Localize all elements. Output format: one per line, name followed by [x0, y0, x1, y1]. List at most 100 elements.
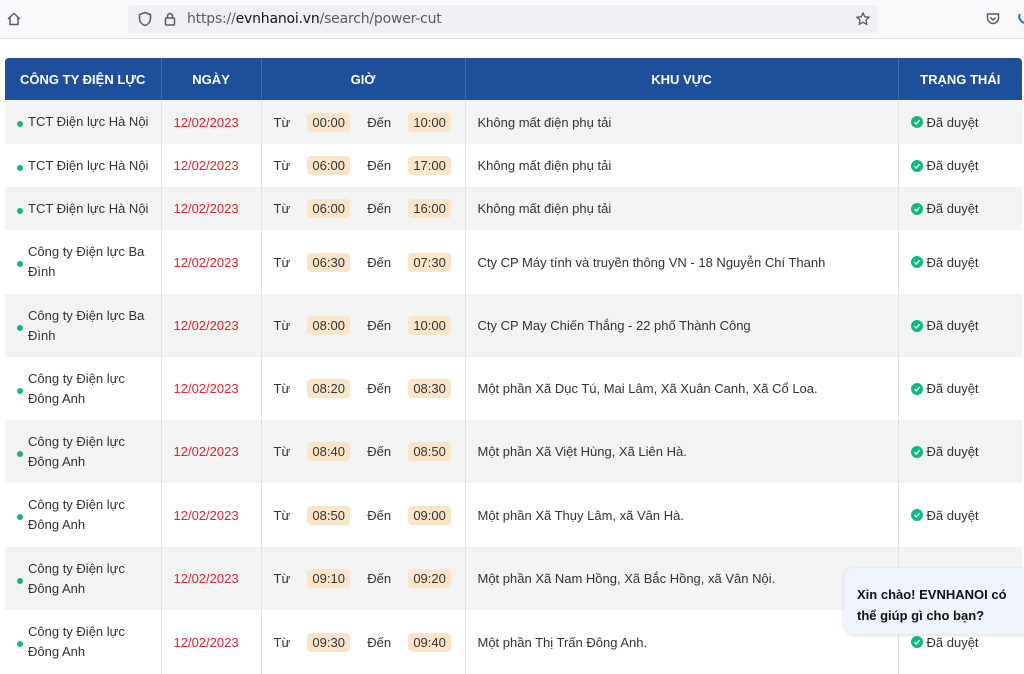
to-time: 08:30 — [408, 379, 451, 398]
status-cell: Đã duyệt — [897, 357, 1022, 420]
to-label: Đến — [367, 381, 392, 396]
status-dot-icon — [17, 324, 23, 331]
status-cell: Đã duyệt — [897, 187, 1022, 230]
to-time: 08:50 — [408, 442, 451, 461]
status-text: Đã duyệt — [926, 444, 979, 459]
from-label: Từ — [273, 254, 291, 270]
from-time: 06:00 — [307, 199, 350, 218]
check-circle-icon — [910, 256, 923, 268]
status-badge: Đã duyệt — [910, 318, 1011, 333]
from-label: Từ — [273, 444, 291, 459]
status-text: Đã duyệt — [926, 507, 979, 523]
check-circle-icon — [910, 509, 923, 521]
status-badge: Đã duyệt — [910, 507, 1011, 523]
time-cell: Từ 06:30 Đến 07:30 — [260, 230, 465, 294]
date-value: 12/02/2023 — [173, 114, 239, 130]
date-value: 12/02/2023 — [173, 634, 239, 650]
area-cell: Không mất điện phụ tải — [464, 187, 898, 230]
date-value: 12/02/2023 — [173, 571, 239, 586]
from-label: Từ — [273, 507, 291, 523]
company: Công ty Điện lực Đông Anh — [17, 559, 153, 599]
status-badge: Đã duyệt — [910, 635, 1011, 650]
date-cell: 12/02/2023 — [160, 230, 261, 294]
table-row: Công ty Điện lực Đông Anh 12/02/2023 Từ … — [5, 420, 1022, 483]
shield-icon[interactable] — [135, 9, 155, 29]
header-company[interactable]: CÔNG TY ĐIỆN LỰC — [5, 58, 161, 100]
table-row: Công ty Điện lực Đông Anh 12/02/2023 Từ … — [5, 483, 1022, 547]
status-text: Đã duyệt — [926, 318, 979, 333]
time-cell: Từ 08:20 Đến 08:30 — [260, 357, 465, 420]
extension-icon[interactable] — [1014, 9, 1024, 29]
status-text: Đã duyệt — [926, 114, 979, 130]
to-time: 16:00 — [408, 199, 451, 218]
to-time: 10:00 — [408, 316, 451, 335]
company-cell: TCT Điện lực Hà Nội — [5, 144, 161, 187]
area-cell: Cty CP May Chiến Thắng - 22 phố Thành Cô… — [464, 294, 898, 357]
to-label: Đến — [367, 634, 392, 650]
status-badge: Đã duyệt — [910, 381, 1011, 396]
header-status[interactable]: TRẠNG THÁI — [897, 58, 1022, 100]
chat-widget[interactable]: Xin chào! EVNHANOI có thể giúp gì cho bạ… — [844, 568, 1024, 634]
time-cell: Từ 06:00 Đến 16:00 — [260, 187, 465, 230]
status-dot-icon — [17, 164, 23, 171]
status-badge: Đã duyệt — [910, 255, 1011, 270]
header-date[interactable]: NGÀY — [160, 58, 261, 100]
area-text: Một phần Xã Nam Hồng, Xã Bắc Hồng, xã Vâ… — [477, 571, 776, 586]
company-cell: TCT Điện lực Hà Nội — [5, 187, 161, 230]
date-cell: 12/02/2023 — [160, 420, 261, 483]
area-cell: Không mất điện phụ tải — [464, 144, 898, 187]
area-text: Một phần Xã Thụy Lâm, xã Vân Hà. — [477, 507, 684, 523]
status-badge: Đã duyệt — [910, 158, 1011, 173]
header-time[interactable]: GIỜ — [260, 58, 465, 100]
from-label: Từ — [273, 381, 291, 396]
area-text: Một phần Xã Dục Tú, Mai Lâm, Xã Xuân Can… — [477, 381, 818, 396]
company-name: Công ty Điện lực Đông Anh — [28, 370, 125, 406]
date-cell: 12/02/2023 — [160, 144, 261, 187]
company-cell: Công ty Điện lực Đông Anh — [5, 357, 161, 420]
area-cell: Một phần Thị Trấn Đông Anh. — [464, 610, 898, 674]
company-cell: Công ty Điện lực Ba Đình — [5, 230, 161, 294]
status-badge: Đã duyệt — [910, 201, 1011, 216]
company-name: Công ty Điện lực Đông Anh — [28, 560, 125, 596]
lock-icon[interactable] — [160, 9, 180, 29]
bookmark-star-icon[interactable] — [853, 9, 873, 29]
from-label: Từ — [273, 158, 291, 173]
area-cell: Một phần Xã Thụy Lâm, xã Vân Hà. — [464, 483, 898, 547]
company: Công ty Điện lực Đông Anh — [17, 495, 153, 535]
date-value: 12/02/2023 — [173, 201, 239, 216]
home-icon[interactable] — [4, 9, 24, 29]
to-time: 07:30 — [408, 252, 451, 272]
from-label: Từ — [273, 114, 291, 130]
to-time: 17:00 — [408, 156, 451, 175]
status-cell: Đã duyệt — [897, 294, 1022, 357]
status-cell: Đã duyệt — [897, 230, 1022, 294]
pocket-icon[interactable] — [983, 9, 1003, 29]
area-text: Một phần Xã Việt Hùng, Xã Liên Hà. — [477, 444, 687, 459]
check-circle-icon — [910, 445, 923, 458]
company-name: Công ty Điện lực Đông Anh — [28, 497, 125, 532]
header-area[interactable]: KHU VỰC — [464, 58, 898, 100]
company: Công ty Điện lực Ba Đình — [17, 242, 153, 282]
area-cell: Không mất điện phụ tải — [464, 100, 898, 144]
table-row: TCT Điện lực Hà Nội 12/02/2023 Từ 06:00 … — [5, 144, 1022, 187]
company: Công ty Điện lực Ba Đình — [17, 306, 153, 346]
area-text: Không mất điện phụ tải — [477, 114, 612, 130]
from-time: 08:20 — [307, 379, 350, 398]
from-time: 09:10 — [307, 569, 350, 588]
table-row: Công ty Điện lực Đông Anh 12/02/2023 Từ … — [5, 357, 1022, 420]
company-name: TCT Điện lực Hà Nội — [28, 200, 149, 216]
from-time: 06:30 — [307, 252, 350, 272]
area-cell: Cty CP Máy tính và truyền thông VN - 18 … — [464, 230, 898, 294]
status-dot-icon — [17, 577, 23, 584]
date-cell: 12/02/2023 — [160, 357, 261, 420]
check-circle-icon — [910, 159, 923, 172]
date-cell: 12/02/2023 — [160, 483, 261, 547]
to-time: 09:20 — [408, 569, 451, 588]
url-text[interactable]: https://evnhanoi.vn/search/power-cut — [187, 11, 442, 27]
company: Công ty Điện lực Đông Anh — [17, 622, 153, 662]
company-name: Công ty Điện lực Đông Anh — [28, 624, 125, 659]
date-value: 12/02/2023 — [173, 254, 239, 270]
url-host: evnhanoi.vn — [235, 11, 320, 27]
check-circle-icon — [910, 116, 923, 128]
to-time: 09:00 — [408, 505, 451, 525]
